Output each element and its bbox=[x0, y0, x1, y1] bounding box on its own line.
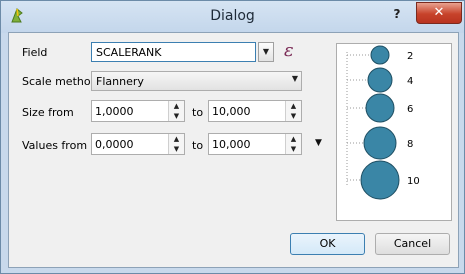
values-from-label: Values from bbox=[22, 139, 88, 152]
values-to-label: to bbox=[192, 139, 204, 152]
close-button[interactable]: ✕ bbox=[416, 2, 462, 24]
size-to-label: to bbox=[192, 106, 204, 119]
spin-down-icon[interactable]: ▼ bbox=[169, 111, 184, 121]
legend-label: 2 bbox=[407, 51, 413, 62]
spin-up-icon[interactable]: ▲ bbox=[169, 101, 184, 111]
dialog-window: Dialog ? ✕ Field SCALERANK ▼ ε Scale met… bbox=[0, 0, 465, 274]
scale-method-select[interactable]: Flannery ▼ bbox=[91, 71, 302, 91]
spin-up-icon[interactable]: ▲ bbox=[286, 101, 301, 111]
legend-label: 10 bbox=[407, 176, 420, 187]
ok-button[interactable]: OK bbox=[290, 233, 365, 255]
spin-down-icon[interactable]: ▼ bbox=[286, 111, 301, 121]
size-from-spinbox[interactable]: 1,0000 ▲ ▼ bbox=[91, 100, 185, 122]
values-from-value: 0,0000 bbox=[95, 138, 134, 151]
size-to-spinbox[interactable]: 10,000 ▲ ▼ bbox=[208, 100, 302, 122]
legend-circle bbox=[365, 93, 395, 123]
field-input[interactable]: SCALERANK bbox=[91, 42, 256, 62]
values-from-spinbox[interactable]: 0,0000 ▲ ▼ bbox=[91, 133, 185, 155]
legend-circle bbox=[360, 160, 400, 200]
spin-up-icon[interactable]: ▲ bbox=[286, 134, 301, 144]
values-to-spinbox[interactable]: 10,000 ▲ ▼ bbox=[208, 133, 302, 155]
field-dropdown-button[interactable]: ▼ bbox=[258, 42, 274, 62]
legend-label: 6 bbox=[407, 104, 413, 115]
legend-circle bbox=[367, 67, 393, 93]
title-bar[interactable]: Dialog ? ✕ bbox=[1, 1, 464, 33]
spin-down-icon[interactable]: ▼ bbox=[286, 144, 301, 154]
size-from-value: 1,0000 bbox=[95, 105, 134, 118]
spin-up-icon[interactable]: ▲ bbox=[169, 134, 184, 144]
size-legend-svg: 2 4 6 8 10 bbox=[346, 45, 420, 200]
size-to-value: 10,000 bbox=[212, 105, 251, 118]
values-to-value: 10,000 bbox=[212, 138, 251, 151]
fetch-values-dropdown-icon[interactable]: ▼ bbox=[315, 138, 322, 148]
expression-button[interactable]: ε bbox=[284, 40, 294, 61]
size-from-label: Size from bbox=[22, 106, 74, 119]
legend-circle bbox=[363, 126, 397, 160]
size-legend-preview: 2 4 6 8 10 bbox=[336, 43, 452, 221]
chevron-down-icon: ▼ bbox=[262, 47, 270, 56]
help-button[interactable]: ? bbox=[387, 5, 407, 23]
legend-label: 8 bbox=[407, 139, 413, 150]
field-label: Field bbox=[22, 46, 48, 59]
legend-circle bbox=[370, 45, 390, 65]
scale-method-value: Flannery bbox=[96, 75, 144, 88]
cancel-button[interactable]: Cancel bbox=[375, 233, 450, 255]
chevron-down-icon: ▼ bbox=[291, 74, 298, 83]
spin-down-icon[interactable]: ▼ bbox=[169, 144, 184, 154]
legend-label: 4 bbox=[407, 76, 413, 87]
dialog-body: Field SCALERANK ▼ ε Scale method Flanner… bbox=[8, 32, 459, 268]
scale-method-label: Scale method bbox=[22, 75, 98, 88]
